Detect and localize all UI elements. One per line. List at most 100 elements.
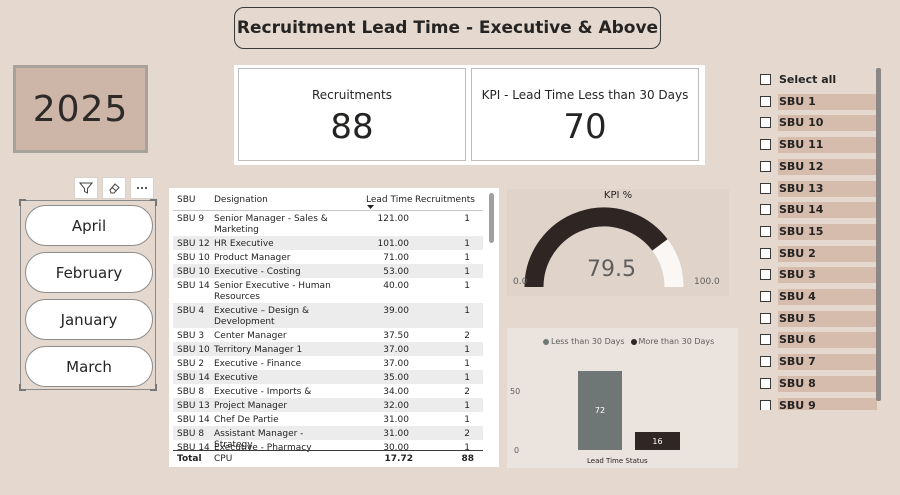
cell-lead-time: 31.00 <box>383 429 409 439</box>
cell-lead-time: 37.50 <box>383 331 409 341</box>
resize-handle[interactable] <box>19 384 26 391</box>
checkbox[interactable] <box>760 225 771 237</box>
col-header-designation[interactable]: Designation <box>214 195 268 205</box>
cell-sbu: SBU 10 <box>177 345 210 355</box>
sbu-item[interactable]: SBU 15 <box>758 223 880 240</box>
checkbox[interactable] <box>760 269 771 281</box>
checkbox[interactable] <box>760 399 771 410</box>
eraser-icon[interactable] <box>102 177 126 199</box>
table-row[interactable]: SBU 10 Executive - Costing 53.00 1 <box>173 264 483 278</box>
resize-handle[interactable] <box>19 199 26 206</box>
checkbox[interactable] <box>760 182 771 194</box>
kpi-lead-time-card: KPI - Lead Time Less than 30 Days 70 <box>471 68 699 161</box>
checkbox[interactable] <box>760 204 771 216</box>
checkbox[interactable] <box>760 377 771 389</box>
sbu-item[interactable]: SBU 9 <box>758 397 880 410</box>
sbu-item[interactable]: SBU 6 <box>758 332 880 349</box>
y-tick-50: 50 <box>510 387 521 396</box>
checkbox[interactable] <box>760 74 771 85</box>
cell-sbu: SBU 9 <box>177 214 205 224</box>
table-row[interactable]: SBU 14 Senior Executive - Human Resources… <box>173 278 483 303</box>
cell-recruitments: 1 <box>464 359 470 369</box>
month-button-february[interactable]: February <box>25 252 153 293</box>
sbu-item[interactable]: SBU 10 <box>758 115 880 132</box>
cell-sbu: SBU 8 <box>177 429 205 439</box>
sbu-select-all[interactable]: Select all <box>758 72 880 88</box>
more-options-icon[interactable] <box>130 177 154 199</box>
table-row[interactable]: SBU 9 Senior Manager - Sales & Marketing 1… <box>173 211 483 236</box>
cell-recruitments: 1 <box>464 373 470 383</box>
sbu-item[interactable]: SBU 4 <box>758 289 880 305</box>
checkbox[interactable] <box>760 117 771 129</box>
sbu-item[interactable]: SBU 2 <box>758 245 880 262</box>
filter-icon[interactable] <box>74 177 98 199</box>
col-header-lead-time[interactable]: Lead Time <box>366 195 413 205</box>
bar-less-than-30-days[interactable]: 72 <box>578 370 622 450</box>
bar-more-than-30-days[interactable]: 16 <box>635 432 680 450</box>
cell-recruitments: 1 <box>464 253 470 263</box>
cell-lead-time: 31.00 <box>383 415 409 425</box>
month-button-january[interactable]: January <box>25 299 153 340</box>
cell-designation: Chef De Partie <box>214 415 279 425</box>
sbu-item[interactable]: SBU 12 <box>758 158 880 175</box>
cell-sbu: SBU 14 <box>177 415 210 425</box>
checkbox[interactable] <box>760 160 771 172</box>
table-scrollbar[interactable] <box>489 193 494 243</box>
cell-lead-time: 37.00 <box>383 345 409 355</box>
sbu-item[interactable]: SBU 8 <box>758 375 880 392</box>
table-row[interactable]: SBU 8Executive - Imports & Exports34.002 <box>173 384 483 408</box>
visual-header <box>74 177 154 199</box>
table-row[interactable]: SBU 2 Executive - Finance 37.00 1 <box>173 356 483 370</box>
cell-designation: Project Manager <box>214 401 288 411</box>
table-row[interactable]: SBU 13 Project Manager 32.00 1 <box>173 398 483 412</box>
table-header: SBU Designation Lead Time Recruitments <box>169 188 491 210</box>
cell-lead-time: 40.00 <box>383 281 409 291</box>
checkbox[interactable] <box>760 95 771 107</box>
resize-handle[interactable] <box>150 199 157 206</box>
table-row[interactable]: SBU 12 HR Executive 101.00 1 <box>173 236 483 250</box>
sbu-item-label: SBU 6 <box>779 333 816 347</box>
cell-designation: Executive <box>214 373 258 383</box>
sbu-item[interactable]: SBU 14 <box>758 202 880 219</box>
table-row[interactable]: SBU 14 Executive 35.00 1 <box>173 370 483 384</box>
checkbox[interactable] <box>760 291 771 302</box>
sbu-item-label: Select all <box>779 73 837 86</box>
table-row[interactable]: SBU 8 Assistant Manager - Strategy 31.00 2 <box>173 426 483 450</box>
table-total-row: Total 17.72 88 <box>173 450 483 467</box>
sbu-item[interactable]: SBU 3 <box>758 267 880 284</box>
col-header-sbu[interactable]: SBU <box>177 195 195 205</box>
checkbox[interactable] <box>760 312 771 324</box>
table-row[interactable]: SBU 14 Chef De Partie 31.00 1 <box>173 412 483 426</box>
sbu-item[interactable]: SBU 7 <box>758 354 880 371</box>
sbu-item-label: SBU 14 <box>779 203 824 217</box>
sbu-item-label: SBU 15 <box>779 224 824 238</box>
month-button-april[interactable]: April <box>25 205 153 246</box>
checkbox[interactable] <box>760 247 771 259</box>
cell-designation: Executive - Costing <box>214 267 301 277</box>
checkbox[interactable] <box>760 334 771 346</box>
table-row[interactable]: SBU 10 Territory Manager 1 37.00 1 <box>173 342 483 356</box>
sbu-item[interactable]: SBU 1 <box>758 93 880 110</box>
year-card: 2025 <box>13 65 148 153</box>
sbu-item-label: SBU 13 <box>779 181 824 195</box>
cell-designation: Executive – Design & Development <box>214 306 309 327</box>
table-row[interactable]: SBU 10 Product Manager 71.00 1 <box>173 250 483 264</box>
sbu-item[interactable]: SBU 5 <box>758 310 880 327</box>
sbu-item-label: SBU 4 <box>779 290 816 303</box>
gauge-max: 100.0 <box>694 277 720 287</box>
checkbox[interactable] <box>760 139 771 151</box>
y-tick-0: 0 <box>514 446 520 455</box>
cell-designation: Senior Executive - Human Resources <box>214 281 331 302</box>
resize-handle[interactable] <box>150 384 157 391</box>
sbu-scrollbar[interactable] <box>876 68 881 401</box>
legend-item-more[interactable]: More than 30 Days <box>630 337 714 346</box>
checkbox[interactable] <box>760 356 771 368</box>
table-row[interactable]: SBU 3 Center Manager 37.50 2 <box>173 328 483 342</box>
month-button-march[interactable]: March <box>25 346 153 387</box>
legend-item-less[interactable]: Less than 30 Days <box>543 337 625 346</box>
col-header-recruitments[interactable]: Recruitments <box>415 195 475 205</box>
table-row[interactable]: SBU 4 Executive – Design & Development 39.… <box>173 303 483 328</box>
sbu-item[interactable]: SBU 11 <box>758 137 880 154</box>
cell-recruitments: 1 <box>464 281 470 291</box>
sbu-item[interactable]: SBU 13 <box>758 180 880 197</box>
